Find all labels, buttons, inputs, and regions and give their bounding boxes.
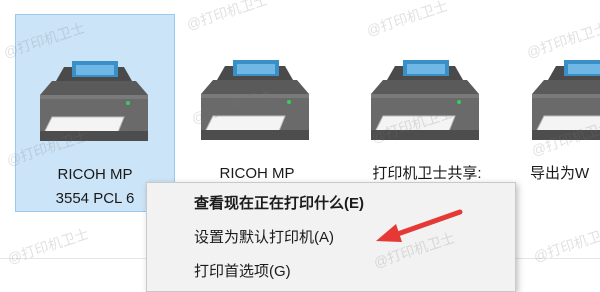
annotation-arrow-icon	[376, 209, 463, 242]
printer-item-export[interactable]: 导出为W	[520, 14, 600, 212]
menu-item-printing-preferences[interactable]: 打印首选项(G)	[147, 257, 515, 287]
printer-icon	[524, 56, 600, 146]
printer-icon	[32, 57, 160, 147]
printer-name: 导出为W	[530, 165, 590, 182]
printer-icon	[193, 56, 321, 146]
printer-icon	[363, 56, 491, 146]
